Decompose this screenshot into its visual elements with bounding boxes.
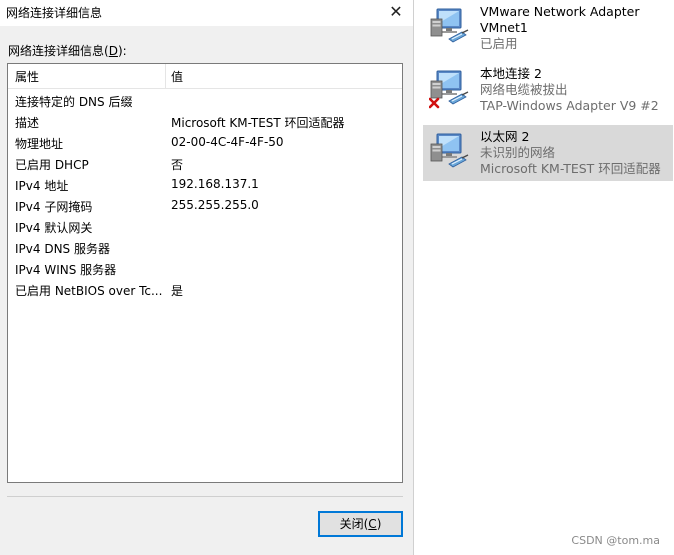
- network-adapter-list: VMware Network Adapter VMnet1 已启用 本地连接 2 网络…: [414, 0, 674, 555]
- adapter-status: 已启用: [480, 36, 518, 51]
- network-adapter-item[interactable]: 以太网 2 未识别的网络 Microsoft KM-TEST 环回适配器: [423, 125, 673, 181]
- value-cell: 否: [171, 158, 184, 172]
- property-cell: IPv4 默认网关: [15, 221, 93, 235]
- property-cell: 物理地址: [15, 137, 64, 151]
- adapter-name: 本地连接 2: [480, 66, 542, 81]
- adapter-text: VMware Network Adapter VMnet1 已启用: [480, 4, 660, 52]
- table-row[interactable]: IPv4 WINS 服务器: [8, 258, 402, 279]
- value-cell: 255.255.255.0: [171, 198, 259, 212]
- adapter-device: Microsoft KM-TEST 环回适配器: [480, 161, 661, 176]
- adapter-name: VMware Network Adapter VMnet1: [480, 4, 640, 35]
- network-adapter-disconnected-icon: [428, 68, 471, 110]
- property-cell: IPv4 DNS 服务器: [15, 242, 110, 256]
- adapter-text: 以太网 2 未识别的网络 Microsoft KM-TEST 环回适配器: [480, 129, 661, 177]
- network-adapter-item[interactable]: 本地连接 2 网络电缆被拔出 TAP-Windows Adapter V9 #2: [423, 62, 673, 118]
- watermark: CSDN @tom.ma: [571, 534, 660, 547]
- value-cell: 192.168.137.1: [171, 177, 259, 191]
- table-row[interactable]: IPv4 默认网关: [8, 216, 402, 237]
- adapter-text: 本地连接 2 网络电缆被拔出 TAP-Windows Adapter V9 #2: [480, 66, 659, 114]
- adapter-status: 未识别的网络: [480, 145, 556, 160]
- property-cell: 连接特定的 DNS 后缀: [15, 95, 133, 109]
- table-row[interactable]: 物理地址 02-00-4C-4F-4F-50: [8, 132, 402, 153]
- table-row[interactable]: IPv4 DNS 服务器: [8, 237, 402, 258]
- property-cell: IPv4 地址: [15, 179, 69, 193]
- value-cell: Microsoft KM-TEST 环回适配器: [171, 116, 345, 130]
- column-header-property[interactable]: 属性: [15, 68, 39, 85]
- property-cell: 已启用 NetBIOS over Tc...: [15, 284, 163, 298]
- value-cell: 02-00-4C-4F-4F-50: [171, 135, 284, 149]
- network-adapter-icon: [429, 6, 471, 48]
- table-row[interactable]: 已启用 NetBIOS over Tc... 是: [8, 279, 402, 300]
- property-cell: 描述: [15, 116, 40, 130]
- table-row[interactable]: 已启用 DHCP 否: [8, 153, 402, 174]
- column-divider[interactable]: [165, 64, 166, 88]
- table-row[interactable]: IPv4 地址 192.168.137.1: [8, 174, 402, 195]
- property-cell: 已启用 DHCP: [15, 158, 89, 172]
- adapter-status: 网络电缆被拔出: [480, 82, 568, 97]
- close-button[interactable]: 关闭(C): [318, 511, 403, 537]
- dialog-titlebar: 网络连接详细信息 ✕: [0, 0, 413, 26]
- adapter-name: 以太网 2: [480, 129, 530, 144]
- table-row[interactable]: 描述 Microsoft KM-TEST 环回适配器: [8, 111, 402, 132]
- close-icon[interactable]: ✕: [385, 1, 407, 23]
- table-row[interactable]: IPv4 子网掩码 255.255.255.0: [8, 195, 402, 216]
- value-cell: 是: [171, 284, 184, 298]
- divider: [7, 496, 403, 497]
- network-adapter-item[interactable]: VMware Network Adapter VMnet1 已启用: [423, 0, 673, 56]
- property-cell: IPv4 子网掩码: [15, 200, 93, 214]
- details-listview[interactable]: 属性 值 连接特定的 DNS 后缀 描述 Microsoft KM-TEST 环回适…: [7, 63, 403, 483]
- adapter-device: TAP-Windows Adapter V9 #2: [480, 98, 659, 113]
- dialog-title: 网络连接详细信息: [6, 6, 103, 20]
- details-list-label: 网络连接详细信息(D):: [8, 44, 127, 58]
- network-connection-details-dialog: 网络连接详细信息 ✕ 网络连接详细信息(D): 属性 值 连接特定的 DNS 后…: [0, 0, 414, 555]
- listview-header: 属性 值: [8, 64, 402, 89]
- network-adapter-icon: [429, 131, 471, 173]
- column-header-value[interactable]: 值: [171, 68, 183, 85]
- property-cell: IPv4 WINS 服务器: [15, 263, 117, 277]
- table-row[interactable]: 连接特定的 DNS 后缀: [8, 90, 402, 111]
